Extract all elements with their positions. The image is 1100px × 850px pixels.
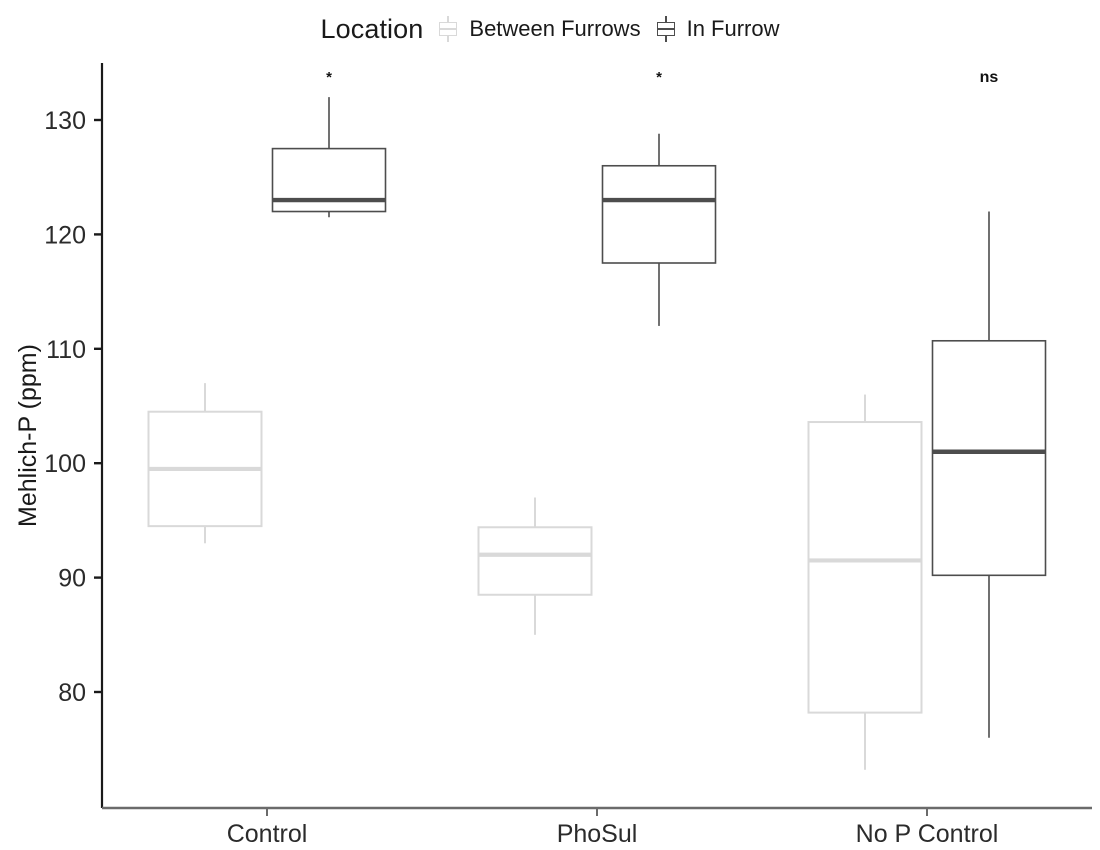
y-tick-label: 80 (58, 679, 86, 707)
boxplot-box[interactable] (601, 133, 717, 326)
y-axis-title: Mehlich-P (ppm) (14, 344, 42, 527)
boxplot-box[interactable] (477, 497, 593, 635)
plot-panel: 130 120 110 100 90 80 Mehlich-P (ppm) Control P… (14, 63, 1092, 848)
significance-label: * (656, 69, 662, 86)
x-tick-label: No P Control (856, 820, 999, 848)
boxplot-box[interactable] (807, 394, 923, 770)
y-tick-label: 90 (58, 565, 86, 593)
significance-annotations: * * ns (326, 69, 998, 86)
x-tick-label: PhoSul (557, 820, 638, 848)
boxplot-box[interactable] (931, 211, 1047, 738)
y-tick-label: 130 (44, 107, 86, 135)
x-axis: Control PhoSul No P Control (102, 806, 1092, 848)
boxplot-box[interactable] (147, 383, 263, 544)
boxplot-series-layer (147, 97, 1047, 770)
significance-label: ns (980, 69, 999, 86)
significance-label: * (326, 69, 332, 86)
x-tick-label: Control (227, 820, 308, 848)
boxplot-chart: Location Between Furrows In Furrow 130 12… (0, 0, 1100, 850)
y-tick-label: 120 (44, 221, 86, 249)
y-tick-label: 100 (44, 450, 86, 478)
y-axis: 130 120 110 100 90 80 Mehlich-P (ppm) (14, 63, 104, 808)
y-tick-label: 110 (46, 336, 86, 364)
boxplot-box[interactable] (271, 97, 387, 218)
